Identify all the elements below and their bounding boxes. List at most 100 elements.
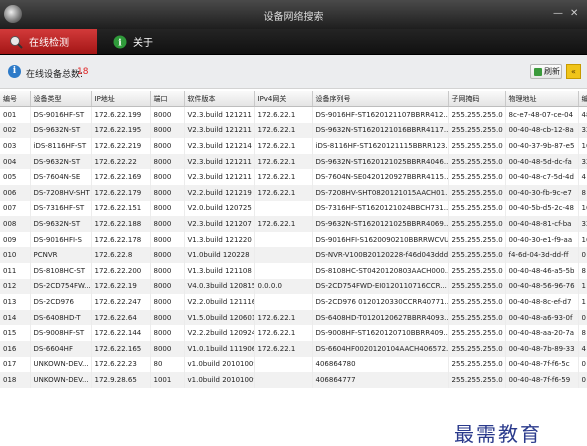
table-cell: 172.6.22.219 [91,138,151,154]
table-cell: 255.255.255.0 [448,138,506,154]
table-cell: 1 [578,278,587,295]
column-header[interactable]: 软件版本 [184,91,255,107]
column-header[interactable]: 端口 [150,91,185,107]
column-header[interactable]: 物理地址 [505,91,579,107]
table-row[interactable]: 002 DS-9632N-ST 172.6.22.195 8000 V2.3.build… [0,122,587,139]
minimize-button[interactable]: — [553,9,563,19]
table-cell: 406864777 [312,372,449,388]
column-header[interactable]: 编 [578,91,587,107]
table-cell: 172.6.22.1 [254,325,313,341]
collapse-button[interactable]: « [566,64,581,79]
table-row[interactable]: 001 DS-9016HF-ST 172.6.22.199 8000 V2.3.buil… [0,106,587,123]
table-cell: V1.5.0build 120601 [184,309,255,326]
table-cell: 8000 [150,122,185,139]
table-cell: DS-9016HF-ST [30,106,92,123]
table-row[interactable]: 012 DS-2CD754FW... 172.6.22.19 8000 V4.0.3bu… [0,278,587,295]
table-cell: 172.6.22.1 [254,216,313,232]
table-cell: 8000 [150,247,185,263]
table-cell: DS-7604N-SE [30,169,92,185]
table-cell: 255.255.255.0 [448,169,506,185]
device-count-value: 18 [77,67,89,77]
table-cell: 8000 [150,340,185,357]
refresh-icon [534,67,542,76]
table-cell: 8000 [150,231,185,248]
table-cell: 00-40-48-46-a5-5b [505,262,579,279]
table-row[interactable]: 018 UNKOWN-DEV... 172.9.28.65 1001 v1.0build… [0,372,587,388]
table-cell: 8000 [150,106,185,123]
column-header[interactable]: 子网掩码 [448,91,506,107]
table-row[interactable]: 006 DS-7208HV-SHT 172.6.22.179 8000 V2.2.bui… [0,184,587,201]
table-row[interactable]: 005 DS-7604N-SE 172.6.22.169 8000 V2.3.build… [0,169,587,185]
table-cell: 011 [0,262,31,279]
table-cell: 00-40-30-fb-9c-e7 [505,184,579,201]
table-row[interactable]: 014 DS-6408HD-T 172.6.22.64 8000 V1.5.0build… [0,309,587,326]
table-cell: 255.255.255.0 [448,372,506,388]
table-cell: 012 [0,278,31,295]
table-cell: DS-2CD754FW... [30,278,92,295]
table-row[interactable]: 016 DS-6604HF 172.6.22.165 8000 V1.0.1build … [0,340,587,357]
table-row[interactable]: 011 DS-8108HC-ST 172.6.22.200 8000 V1.3.buil… [0,262,587,279]
table-cell: f4-6d-04-3d-dd-ff [505,247,579,263]
table-row[interactable]: 007 DS-7316HF-ST 172.6.22.151 8000 V2.0.buil… [0,200,587,217]
table-cell: V2.0.build 120725 [184,200,255,217]
table-cell: 001 [0,106,31,123]
table-cell: DS-9632N-ST1620121025BBRR4069... [312,216,449,232]
table-cell: 8c-e7-48-07-ce-04 [505,106,579,123]
column-header[interactable]: IP地址 [91,91,151,107]
column-header[interactable]: 编号 [0,91,31,107]
table-cell: 172.6.22.23 [91,356,151,373]
table-cell: 255.255.255.0 [448,262,506,279]
table-cell: 8000 [150,200,185,217]
table-cell: 016 [0,340,31,357]
refresh-button[interactable]: 刷新 [530,64,562,79]
device-table: 编号设备类型IP地址端口软件版本IPv4网关设备序列号子网掩码物理地址编 001… [0,91,587,444]
table-cell: 8000 [150,294,185,310]
table-cell: 32 [578,153,587,170]
table-cell: 009 [0,231,31,248]
table-row[interactable]: 004 DS-9632N-ST 172.6.22.22 8000 V2.3.build … [0,153,587,170]
column-header[interactable]: 设备类型 [30,91,92,107]
close-button[interactable]: ✕ [570,9,578,19]
table-cell: 8 [578,184,587,201]
table-cell: 172.6.22.22 [91,153,151,170]
table-row[interactable]: 008 DS-9632N-ST 172.6.22.188 8000 V2.3.build… [0,216,587,232]
table-cell: 008 [0,216,31,232]
table-cell: DS-9632N-ST1620121016BBRR4117... [312,122,449,139]
table-row[interactable]: 009 DS-9016HFI-S 172.6.22.178 8000 V1.3.buil… [0,231,587,248]
table-cell: 8000 [150,184,185,201]
table-cell: 172.6.22.151 [91,200,151,217]
tab-online-detect[interactable]: 在线检测 [0,29,97,54]
table-cell: 255.255.255.0 [448,247,506,263]
table-cell: DS-7604N-SE0420120927BBRR4115... [312,169,449,185]
table-row[interactable]: 017 UNKOWN-DEV... 172.6.22.23 80 v1.0build 2… [0,356,587,373]
table-row[interactable]: 015 DS-9008HF-ST 172.6.22.144 8000 V2.2.2bui… [0,325,587,341]
table-cell: 172.6.22.1 [254,153,313,170]
table-row[interactable]: 003 iDS-8116HF-ST 172.6.22.219 8000 V2.3.bui… [0,138,587,154]
table-cell: DS-9008HF-ST [30,325,92,341]
table-cell: 00-40-5b-d5-2c-48 [505,200,579,217]
table-cell: 00-40-48-5d-dc-fa [505,153,579,170]
table-cell: DS-8108HC-ST0420120803AACH000... [312,262,449,279]
table-cell: 00-40-48-aa-20-7a [505,325,579,341]
column-header[interactable]: 设备序列号 [312,91,449,107]
tab-about[interactable]: i 关于 [104,29,164,54]
table-cell: 00-40-48-7f-f6-5c [505,356,579,373]
table-cell: iDS-8116HF-ST [30,138,92,154]
table-cell: 172.6.22.179 [91,184,151,201]
table-cell: 172.6.22.144 [91,325,151,341]
table-cell: 255.255.255.0 [448,309,506,326]
table-cell: V2.3.build 121211 [184,153,255,170]
column-header[interactable]: IPv4网关 [254,91,313,107]
table-cell: 255.255.255.0 [448,294,506,310]
table-row[interactable]: 013 DS-2CD976 172.6.22.247 8000 V2.2.0build … [0,294,587,310]
table-cell: 172.9.28.65 [91,372,151,388]
search-globe-icon [10,35,23,49]
table-cell: 00-40-37-9b-87-e5 [505,138,579,154]
table-cell: 007 [0,200,31,217]
table-cell: 005 [0,169,31,185]
table-row[interactable]: 010 PCNVR 172.6.22.8 8000 V1.0build 120228 DS… [0,247,587,263]
table-cell: 172.6.22.247 [91,294,151,310]
table-cell: 172.6.22.1 [254,169,313,185]
table-cell: 172.6.22.19 [91,278,151,295]
svg-text:i: i [118,38,122,48]
